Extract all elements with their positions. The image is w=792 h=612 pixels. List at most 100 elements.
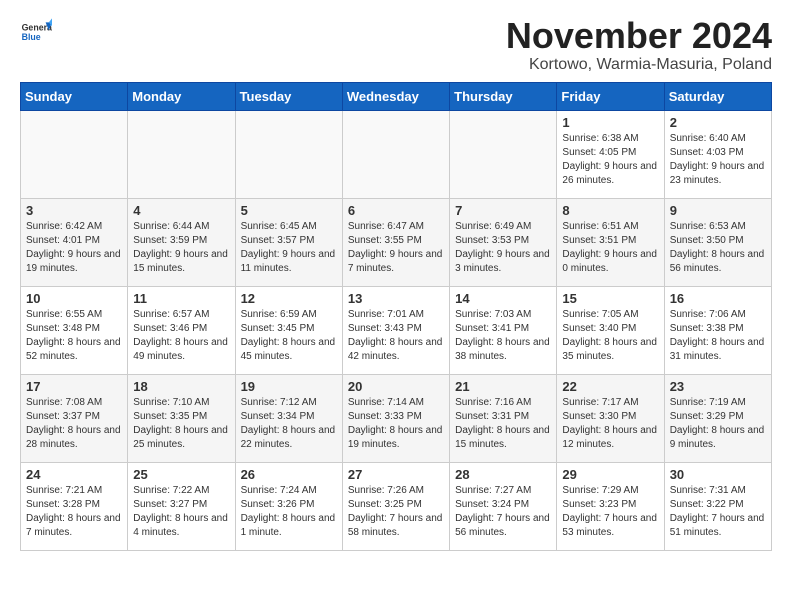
day-info: Sunrise: 7:01 AM Sunset: 3:43 PM Dayligh… <box>348 308 444 364</box>
day-number: 28 <box>455 467 551 482</box>
calendar-cell: 3Sunrise: 6:42 AM Sunset: 4:01 PM Daylig… <box>21 198 128 286</box>
calendar-cell: 15Sunrise: 7:05 AM Sunset: 3:40 PM Dayli… <box>557 286 664 374</box>
calendar-cell: 13 Sunrise: 7:01 AM Sunset: 3:43 PM Dayli… <box>342 286 449 374</box>
calendar-cell <box>128 110 235 198</box>
day-info: Sunrise: 6:38 AM Sunset: 4:05 PM Dayligh… <box>562 132 658 188</box>
calendar-cell: 27Sunrise: 7:26 AM Sunset: 3:25 PM Dayli… <box>342 462 449 550</box>
calendar-cell: 18Sunrise: 7:10 AM Sunset: 3:35 PM Dayli… <box>128 374 235 462</box>
day-number: 16 <box>670 291 766 306</box>
day-info: Sunrise: 6:40 AM Sunset: 4:03 PM Dayligh… <box>670 132 766 188</box>
calendar-cell <box>21 110 128 198</box>
day-info: Sunrise: 7:29 AM Sunset: 3:23 PM Dayligh… <box>562 484 658 540</box>
calendar-cell: 6 Sunrise: 6:47 AM Sunset: 3:55 PM Daylig… <box>342 198 449 286</box>
weekday-header-saturday: Saturday <box>664 82 771 110</box>
day-info: Sunrise: 6:53 AM Sunset: 3:50 PM Dayligh… <box>670 220 766 276</box>
day-number: 8 <box>562 203 658 218</box>
day-info: Sunrise: 7:21 AM Sunset: 3:28 PM Dayligh… <box>26 484 122 540</box>
calendar-cell: 30 Sunrise: 7:31 AM Sunset: 3:22 PM Dayli… <box>664 462 771 550</box>
day-info: Sunrise: 6:45 AM Sunset: 3:57 PM Dayligh… <box>241 220 337 276</box>
day-number: 23 <box>670 379 766 394</box>
day-number: 15 <box>562 291 658 306</box>
day-info: Sunrise: 6:44 AM Sunset: 3:59 PM Dayligh… <box>133 220 229 276</box>
weekday-header-tuesday: Tuesday <box>235 82 342 110</box>
calendar-cell <box>342 110 449 198</box>
weekday-header-wednesday: Wednesday <box>342 82 449 110</box>
svg-text:Blue: Blue <box>22 32 41 42</box>
weekday-header-sunday: Sunday <box>21 82 128 110</box>
day-number: 9 <box>670 203 766 218</box>
calendar-cell: 19 Sunrise: 7:12 AM Sunset: 3:34 PM Dayli… <box>235 374 342 462</box>
day-info: Sunrise: 6:57 AM Sunset: 3:46 PM Dayligh… <box>133 308 229 364</box>
calendar-cell: 16 Sunrise: 7:06 AM Sunset: 3:38 PM Dayli… <box>664 286 771 374</box>
calendar-cell: 9 Sunrise: 6:53 AM Sunset: 3:50 PM Daylig… <box>664 198 771 286</box>
title-area: November 2024 Kortowo, Warmia-Masuria, P… <box>506 16 772 74</box>
day-number: 17 <box>26 379 122 394</box>
weekday-header-thursday: Thursday <box>450 82 557 110</box>
day-info: Sunrise: 6:49 AM Sunset: 3:53 PM Dayligh… <box>455 220 551 276</box>
day-info: Sunrise: 7:27 AM Sunset: 3:24 PM Dayligh… <box>455 484 551 540</box>
calendar-cell <box>450 110 557 198</box>
calendar-cell: 1 Sunrise: 6:38 AM Sunset: 4:05 PM Daylig… <box>557 110 664 198</box>
day-info: Sunrise: 7:22 AM Sunset: 3:27 PM Dayligh… <box>133 484 229 540</box>
calendar-week-2: 3Sunrise: 6:42 AM Sunset: 4:01 PM Daylig… <box>21 198 772 286</box>
day-info: Sunrise: 7:19 AM Sunset: 3:29 PM Dayligh… <box>670 396 766 452</box>
day-number: 4 <box>133 203 229 218</box>
calendar-cell: 24 Sunrise: 7:21 AM Sunset: 3:28 PM Dayli… <box>21 462 128 550</box>
calendar-week-5: 24 Sunrise: 7:21 AM Sunset: 3:28 PM Dayli… <box>21 462 772 550</box>
day-info: Sunrise: 6:51 AM Sunset: 3:51 PM Dayligh… <box>562 220 658 276</box>
calendar-cell: 20 Sunrise: 7:14 AM Sunset: 3:33 PM Dayli… <box>342 374 449 462</box>
logo-icon: General Blue <box>20 16 52 48</box>
calendar-cell: 7Sunrise: 6:49 AM Sunset: 3:53 PM Daylig… <box>450 198 557 286</box>
calendar-cell: 8 Sunrise: 6:51 AM Sunset: 3:51 PM Daylig… <box>557 198 664 286</box>
day-info: Sunrise: 6:59 AM Sunset: 3:45 PM Dayligh… <box>241 308 337 364</box>
calendar-cell: 4 Sunrise: 6:44 AM Sunset: 3:59 PM Daylig… <box>128 198 235 286</box>
calendar-cell: 17Sunrise: 7:08 AM Sunset: 3:37 PM Dayli… <box>21 374 128 462</box>
day-number: 27 <box>348 467 444 482</box>
day-number: 30 <box>670 467 766 482</box>
calendar-week-1: 1 Sunrise: 6:38 AM Sunset: 4:05 PM Daylig… <box>21 110 772 198</box>
calendar-cell: 26 Sunrise: 7:24 AM Sunset: 3:26 PM Dayli… <box>235 462 342 550</box>
calendar-cell: 29 Sunrise: 7:29 AM Sunset: 3:23 PM Dayli… <box>557 462 664 550</box>
day-number: 19 <box>241 379 337 394</box>
day-info: Sunrise: 7:14 AM Sunset: 3:33 PM Dayligh… <box>348 396 444 452</box>
day-number: 1 <box>562 115 658 130</box>
day-number: 12 <box>241 291 337 306</box>
weekday-header-monday: Monday <box>128 82 235 110</box>
location: Kortowo, Warmia-Masuria, Poland <box>506 56 772 74</box>
calendar-cell: 10 Sunrise: 6:55 AM Sunset: 3:48 PM Dayli… <box>21 286 128 374</box>
calendar-cell: 2Sunrise: 6:40 AM Sunset: 4:03 PM Daylig… <box>664 110 771 198</box>
day-info: Sunrise: 7:12 AM Sunset: 3:34 PM Dayligh… <box>241 396 337 452</box>
day-number: 25 <box>133 467 229 482</box>
day-number: 6 <box>348 203 444 218</box>
day-info: Sunrise: 7:06 AM Sunset: 3:38 PM Dayligh… <box>670 308 766 364</box>
calendar-cell: 23 Sunrise: 7:19 AM Sunset: 3:29 PM Dayli… <box>664 374 771 462</box>
day-number: 20 <box>348 379 444 394</box>
calendar-week-3: 10 Sunrise: 6:55 AM Sunset: 3:48 PM Dayli… <box>21 286 772 374</box>
day-number: 22 <box>562 379 658 394</box>
day-info: Sunrise: 6:47 AM Sunset: 3:55 PM Dayligh… <box>348 220 444 276</box>
day-info: Sunrise: 7:24 AM Sunset: 3:26 PM Dayligh… <box>241 484 337 540</box>
day-number: 29 <box>562 467 658 482</box>
month-title: November 2024 <box>506 16 772 56</box>
day-info: Sunrise: 7:03 AM Sunset: 3:41 PM Dayligh… <box>455 308 551 364</box>
day-number: 3 <box>26 203 122 218</box>
day-number: 26 <box>241 467 337 482</box>
calendar-cell: 11 Sunrise: 6:57 AM Sunset: 3:46 PM Dayli… <box>128 286 235 374</box>
calendar-table: SundayMondayTuesdayWednesdayThursdayFrid… <box>20 82 772 551</box>
day-number: 24 <box>26 467 122 482</box>
day-info: Sunrise: 7:31 AM Sunset: 3:22 PM Dayligh… <box>670 484 766 540</box>
day-number: 13 <box>348 291 444 306</box>
logo: General Blue <box>20 16 52 48</box>
calendar-cell: 22Sunrise: 7:17 AM Sunset: 3:30 PM Dayli… <box>557 374 664 462</box>
day-number: 10 <box>26 291 122 306</box>
calendar-week-4: 17Sunrise: 7:08 AM Sunset: 3:37 PM Dayli… <box>21 374 772 462</box>
weekday-header-row: SundayMondayTuesdayWednesdayThursdayFrid… <box>21 82 772 110</box>
day-info: Sunrise: 6:55 AM Sunset: 3:48 PM Dayligh… <box>26 308 122 364</box>
day-info: Sunrise: 7:16 AM Sunset: 3:31 PM Dayligh… <box>455 396 551 452</box>
weekday-header-friday: Friday <box>557 82 664 110</box>
calendar-cell: 12 Sunrise: 6:59 AM Sunset: 3:45 PM Dayli… <box>235 286 342 374</box>
header: General Blue November 2024 Kortowo, Warm… <box>20 16 772 74</box>
day-number: 11 <box>133 291 229 306</box>
calendar-cell: 21Sunrise: 7:16 AM Sunset: 3:31 PM Dayli… <box>450 374 557 462</box>
calendar-cell: 28 Sunrise: 7:27 AM Sunset: 3:24 PM Dayli… <box>450 462 557 550</box>
